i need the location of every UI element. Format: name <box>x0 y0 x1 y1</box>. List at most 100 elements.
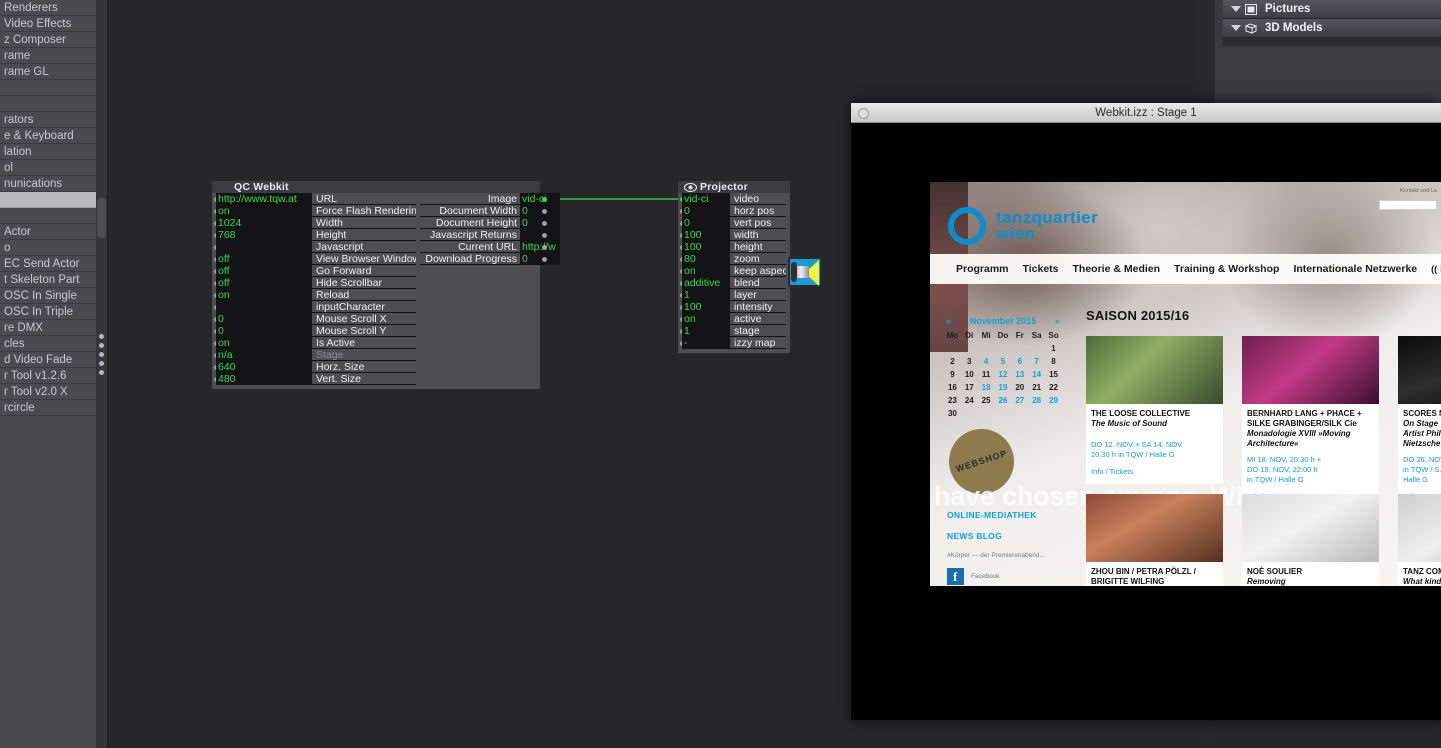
projector-input-value[interactable]: vid-ci <box>682 193 730 205</box>
site-utility-link[interactable]: Kontakt und La <box>1400 188 1437 194</box>
webkit-input-row[interactable]: inputCharacter <box>212 301 540 313</box>
webkit-output-row[interactable]: Image vid-ci <box>212 193 564 205</box>
sidebar-item-r-tool-v1-2-6[interactable]: r Tool v1.2.6 <box>0 368 96 384</box>
sidebar-item-e-keyboard[interactable]: e & Keyboard <box>0 128 96 144</box>
webkit-output-row[interactable]: Current URL http://w <box>212 241 564 253</box>
projector-input-value[interactable]: 1 <box>682 289 730 301</box>
nav-item-theorie-medien[interactable]: Theorie & Medien <box>1073 263 1161 275</box>
actor-library-sidebar[interactable]: Renderers Video Effects z Composer rame rame… <box>0 0 96 748</box>
webkit-input-value[interactable]: on <box>216 337 312 349</box>
sidebar-item-ec-send-actor[interactable]: EC Send Actor <box>0 256 96 272</box>
projector-input-value[interactable]: additive <box>682 277 730 289</box>
rendered-website[interactable]: tanzquartier wien Kontakt und La Program… <box>930 182 1441 586</box>
projector-input-value[interactable]: on <box>682 265 730 277</box>
calendar-next-button[interactable]: » <box>1055 316 1060 326</box>
stage-window[interactable]: Webkit.izz : Stage 1 tanzquartier wien K… <box>851 103 1441 720</box>
calendar-day[interactable]: 19 <box>995 381 1012 394</box>
output-port[interactable] <box>542 245 547 250</box>
tree-row-3d-models[interactable]: 3D Models <box>1223 19 1441 38</box>
calendar-day[interactable]: 26 <box>995 394 1012 407</box>
nav-item-mediathek[interactable]: ((Mediathek <box>1431 263 1441 275</box>
calendar-day[interactable]: 28 <box>1028 394 1045 407</box>
output-port[interactable] <box>542 233 547 238</box>
search-input[interactable] <box>1379 200 1437 210</box>
node-projector[interactable]: Projector vid-ci video 0 horz pos 0 vert pos 1… <box>678 181 790 353</box>
webkit-output-row[interactable]: Document Height 0 <box>212 217 564 229</box>
webkit-input-value[interactable]: 480 <box>216 373 312 385</box>
tree-row-pictures[interactable]: Pictures <box>1223 0 1441 19</box>
link-news-blog[interactable]: NEWS BLOG <box>947 531 1077 541</box>
sidebar-item-nunications[interactable]: nunications <box>0 176 96 192</box>
projector-input-value[interactable]: 0 <box>682 205 730 217</box>
sidebar-item-cles[interactable]: cles <box>0 336 96 352</box>
calendar-day[interactable]: 1 <box>1045 342 1062 355</box>
event-card[interactable]: TANZ COM... What kind... <box>1398 494 1441 586</box>
sidebar-item-rame-gl[interactable]: rame GL <box>0 64 96 80</box>
calendar-day[interactable]: 21 <box>1028 381 1045 394</box>
calendar-day[interactable]: 15 <box>1045 368 1062 381</box>
event-calendar[interactable]: « November 2015 » Mo Di Mi Do Fr Sa So 1234567… <box>944 316 1062 420</box>
projector-input-value[interactable]: on <box>682 313 730 325</box>
webkit-input-row[interactable]: 480 Vert. Size <box>212 373 540 385</box>
projector-input-row[interactable]: 100 height <box>678 241 790 253</box>
webkit-input-value[interactable]: 0 <box>216 313 312 325</box>
webkit-input-value[interactable]: 0 <box>216 325 312 337</box>
projector-input-row[interactable]: on active <box>678 313 790 325</box>
calendar-day[interactable]: 22 <box>1045 381 1062 394</box>
calendar-day[interactable]: 4 <box>978 355 995 368</box>
output-port[interactable] <box>542 197 547 202</box>
sidebar-item-blank-6[interactable] <box>0 96 96 112</box>
webkit-output-row[interactable]: Document Width 0 <box>212 205 564 217</box>
event-card[interactable]: BERNHARD LANG + PHACE + SILKE GRABINGER/… <box>1242 336 1379 509</box>
calendar-day[interactable]: 3 <box>961 355 978 368</box>
webkit-input-value[interactable]: off <box>216 277 312 289</box>
site-logo-text[interactable]: tanzquartier wien <box>996 209 1098 242</box>
projector-input-value[interactable]: 100 <box>682 241 730 253</box>
output-port[interactable] <box>542 209 547 214</box>
calendar-day[interactable]: 13 <box>1011 368 1028 381</box>
sidebar-item-actor[interactable]: Actor <box>0 224 96 240</box>
social-facebook[interactable]: Facebook <box>947 568 1077 585</box>
sidebar-item-blank-13[interactable] <box>0 208 96 224</box>
webkit-input-value[interactable]: n/a <box>216 349 312 361</box>
sidebar-item-blank-12[interactable] <box>0 192 96 208</box>
webkit-input-row[interactable]: on Reload <box>212 289 540 301</box>
projector-input-value[interactable]: 0 <box>682 217 730 229</box>
stage-output-canvas[interactable]: tanzquartier wien Kontakt und La Program… <box>851 123 1441 720</box>
event-info-link[interactable]: Info / Tickets <box>1091 467 1218 477</box>
calendar-day[interactable]: 18 <box>978 381 995 394</box>
webkit-input-value[interactable]: 640 <box>216 361 312 373</box>
webkit-input-value[interactable]: off <box>216 265 312 277</box>
projector-input-row[interactable]: 80 zoom <box>678 253 790 265</box>
calendar-day[interactable]: 8 <box>1045 355 1062 368</box>
webkit-output-value[interactable]: 0 <box>520 217 560 229</box>
sidebar-item-rame[interactable]: rame <box>0 48 96 64</box>
nav-item-programm[interactable]: Programm <box>956 263 1009 275</box>
projector-input-row[interactable]: 0 horz pos <box>678 205 790 217</box>
chevron-down-icon[interactable] <box>1231 25 1241 31</box>
projector-input-row[interactable]: additive blend <box>678 277 790 289</box>
calendar-day[interactable]: 10 <box>961 368 978 381</box>
nav-item-tickets[interactable]: Tickets <box>1023 263 1059 275</box>
sidebar-item-osc-in-single[interactable]: OSC In Single <box>0 288 96 304</box>
sidebar-item-t-skeleton-part[interactable]: t Skeleton Part <box>0 272 96 288</box>
chevron-down-icon[interactable] <box>1231 6 1241 12</box>
calendar-day[interactable]: 11 <box>978 368 995 381</box>
projector-input-value[interactable]: 100 <box>682 229 730 241</box>
calendar-day[interactable]: 12 <box>995 368 1012 381</box>
calendar-body[interactable]: 1 2 3 4 5 6 7 8 9 10 11 12 13 14 15 16 17 18 19 20 21 22 23 24 2… <box>944 342 1062 420</box>
node-qc-webkit[interactable]: QC Webkit http://www.tqw.at URL on Force Fl… <box>212 181 560 389</box>
webkit-input-row[interactable]: n/a Stage <box>212 349 540 361</box>
sidebar-item-ol[interactable]: ol <box>0 160 96 176</box>
calendar-day[interactable]: 27 <box>1011 394 1028 407</box>
calendar-day[interactable]: 20 <box>1011 381 1028 394</box>
calendar-day[interactable]: 16 <box>944 381 961 394</box>
webkit-output-row[interactable]: Javascript Returns <box>212 229 564 241</box>
event-card[interactable]: NOÈ SOULIER Removing <box>1242 494 1379 586</box>
calendar-day[interactable]: 9 <box>944 368 961 381</box>
calendar-prev-button[interactable]: « <box>946 316 951 326</box>
projector-input-row[interactable]: 100 width <box>678 229 790 241</box>
projector-input-row[interactable]: - izzy map <box>678 337 790 349</box>
sidebar-item-z-composer[interactable]: z Composer <box>0 32 96 48</box>
sidebar-resize-gripper[interactable] <box>97 330 106 376</box>
